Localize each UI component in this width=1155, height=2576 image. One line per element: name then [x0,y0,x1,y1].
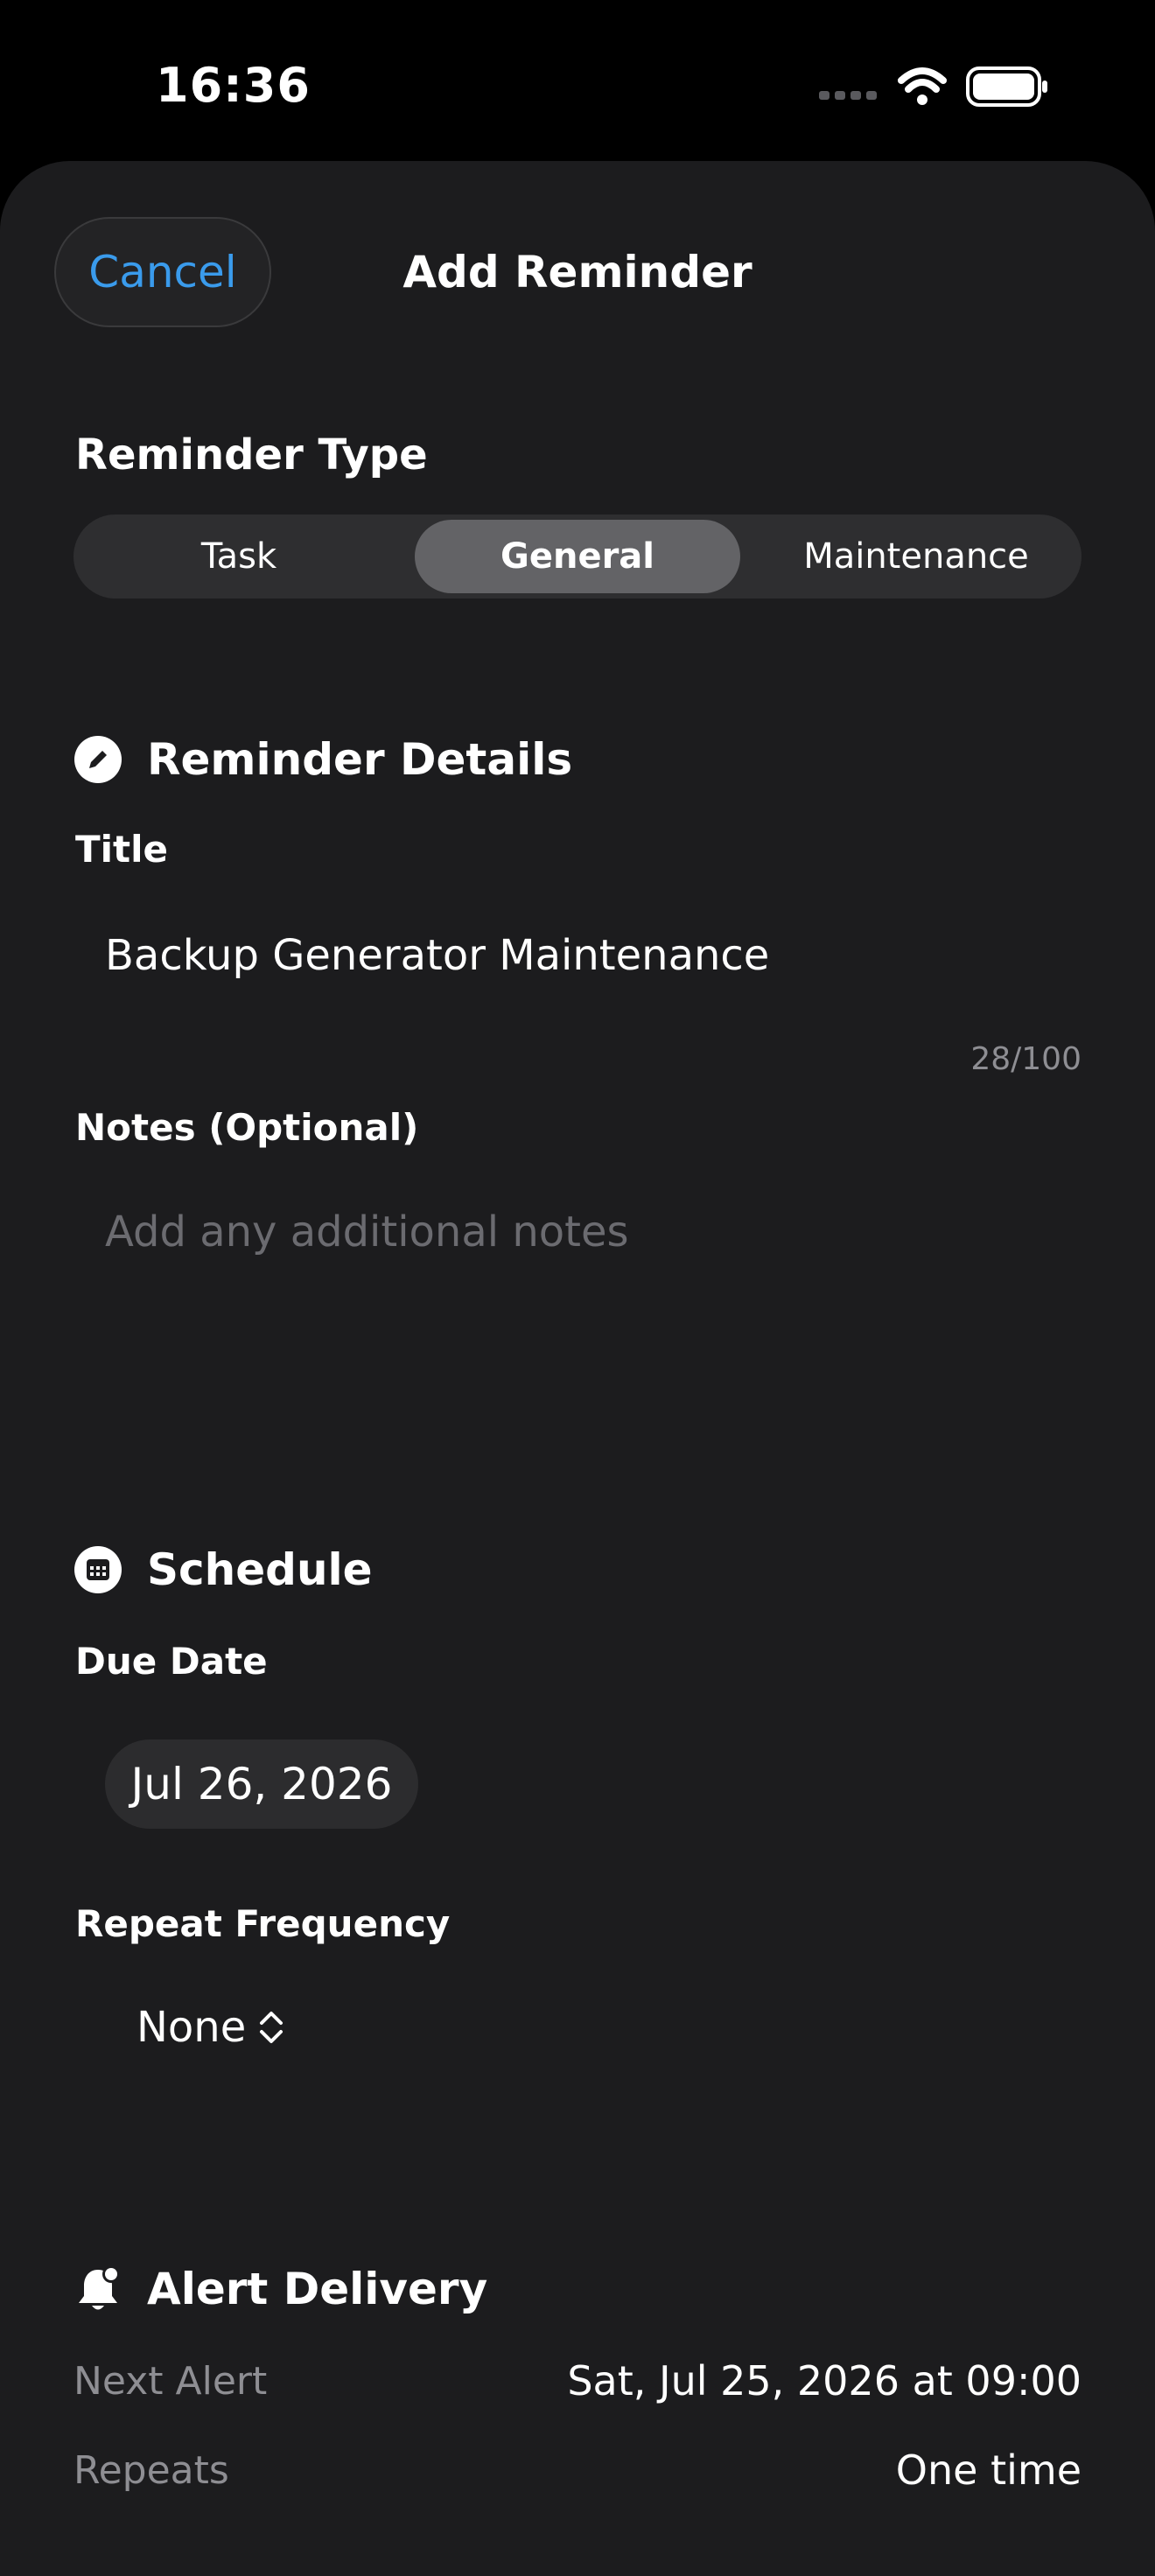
notes-label: Notes (Optional) [75,1106,419,1149]
segment-task[interactable]: Task [77,520,401,593]
schedule-title: Schedule [147,1544,373,1595]
segment-general[interactable]: General [415,520,740,593]
status-bar: 16:36 [0,0,1155,161]
cancel-button[interactable]: Cancel [54,217,271,327]
reminder-details-title: Reminder Details [147,734,573,785]
title-input[interactable]: Backup Generator Maintenance [105,931,769,980]
pencil-circle-icon [74,735,122,784]
notes-input[interactable]: Add any additional notes [105,1208,1050,1470]
chevron-up-down-icon [260,2012,284,2043]
add-reminder-sheet: Cancel Add Reminder Reminder Type Task G… [0,161,1155,2576]
reminder-type-label: Reminder Type [75,430,428,480]
title-character-counter: 28/100 [970,1041,1082,1077]
schedule-header: Schedule [74,1544,373,1596]
repeat-frequency-label: Repeat Frequency [75,1902,451,1945]
cellular-signal-icon [819,91,877,100]
title-label: Title [75,828,169,871]
next-alert-value: Sat, Jul 25, 2026 at 09:00 [567,2357,1082,2404]
repeat-frequency-picker[interactable]: None [136,1997,286,2058]
status-time: 16:36 [156,58,311,113]
battery-icon [966,66,1047,107]
alert-delivery-header: Alert Delivery [74,2263,487,2315]
page-title: Add Reminder [402,247,752,298]
due-date-label: Due Date [75,1640,268,1683]
segment-maintenance[interactable]: Maintenance [754,520,1078,593]
status-icons [814,61,1050,114]
repeats-label: Repeats [74,2448,229,2493]
bell-badge-icon [74,2264,122,2314]
repeats-value: One time [895,2446,1082,2494]
wifi-icon [898,67,947,105]
repeat-frequency-value: None [136,2003,247,2052]
alert-delivery-title: Alert Delivery [147,2264,488,2314]
reminder-type-segmented-control[interactable]: Task General Maintenance [74,514,1082,598]
due-date-picker[interactable]: Jul 26, 2026 [105,1740,418,1829]
next-alert-label: Next Alert [74,2359,268,2404]
reminder-details-header: Reminder Details [74,733,572,786]
calendar-circle-icon [74,1545,122,1594]
